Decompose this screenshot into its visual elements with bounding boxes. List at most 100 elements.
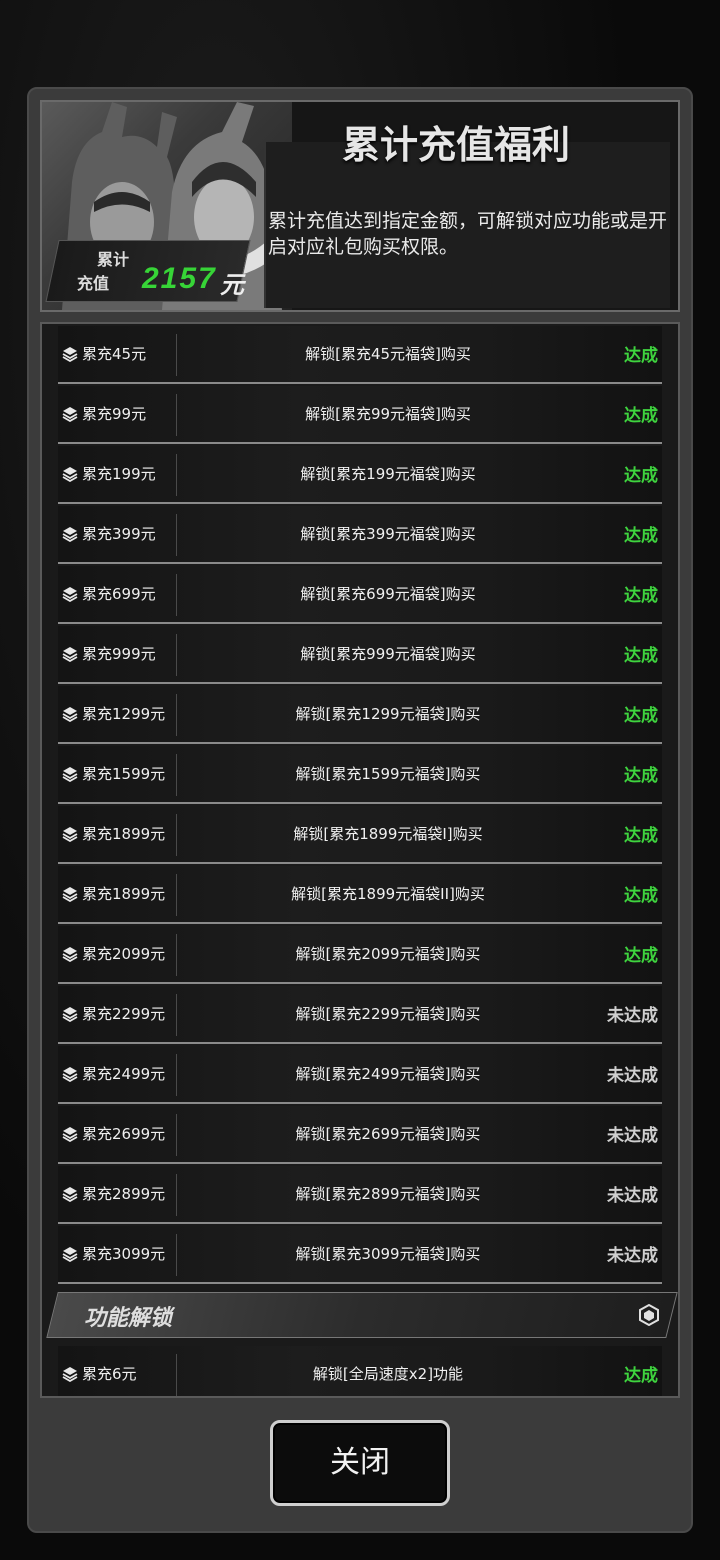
- section-title: 功能解锁: [84, 1306, 173, 1331]
- divider: [176, 1354, 177, 1396]
- recharge-condition: 累充1899元: [82, 885, 166, 903]
- list-item[interactable]: 累充2099元 解锁[累充2099元福袋]购买 达成: [58, 926, 662, 984]
- hexagon-icon: [638, 1303, 660, 1327]
- reward-description: 解锁[累充2299元福袋]购买: [295, 1005, 481, 1023]
- status-badge: 未达成: [607, 1246, 658, 1266]
- status-badge: 达成: [624, 1366, 658, 1386]
- recharge-condition: 累充45元: [82, 345, 147, 363]
- reward-description: 解锁[累充3099元福袋]购买: [295, 1245, 481, 1263]
- recharge-condition: 累充3099元: [82, 1245, 166, 1263]
- layers-icon: [62, 466, 78, 483]
- reward-description: 解锁[全局速度x2]功能: [312, 1365, 464, 1383]
- recharge-condition: 累充1899元: [82, 825, 166, 843]
- layers-icon: [62, 406, 78, 423]
- layers-icon: [62, 346, 78, 363]
- close-button[interactable]: 关闭: [270, 1420, 450, 1506]
- reward-description: 解锁[累充1299元福袋]购买: [295, 705, 481, 723]
- status-badge: 达成: [624, 526, 658, 546]
- divider: [176, 1054, 177, 1096]
- recharge-condition: 累充699元: [82, 585, 156, 603]
- reward-description: 解锁[累充1599元福袋]购买: [295, 765, 481, 783]
- status-badge: 达成: [624, 886, 658, 906]
- list-item[interactable]: 累充1899元 解锁[累充1899元福袋I]购买 达成: [58, 806, 662, 864]
- status-badge: 未达成: [607, 1126, 658, 1146]
- reward-description: 解锁[累充399元福袋]购买: [300, 525, 476, 543]
- layers-icon: [62, 766, 78, 783]
- divider: [176, 694, 177, 736]
- recharge-condition: 累充2899元: [82, 1185, 166, 1203]
- total-recharge-unit: 元: [220, 272, 244, 299]
- status-badge: 达成: [624, 586, 658, 606]
- page-description: 累计充值达到指定金额，可解锁对应功能或是开启对应礼包购买权限。: [268, 210, 668, 258]
- list-item[interactable]: 累充1299元 解锁[累充1299元福袋]购买 达成: [58, 686, 662, 744]
- layers-icon: [62, 586, 78, 603]
- recharge-condition: 累充399元: [82, 525, 156, 543]
- divider: [176, 874, 177, 916]
- status-badge: 达成: [624, 346, 658, 366]
- layers-icon: [62, 1006, 78, 1023]
- recharge-condition: 累充2299元: [82, 1005, 166, 1023]
- divider: [176, 334, 177, 376]
- list-item[interactable]: 累充1599元 解锁[累充1599元福袋]购买 达成: [58, 746, 662, 804]
- divider: [176, 1114, 177, 1156]
- status-badge: 达成: [624, 406, 658, 426]
- recharge-condition: 累充6元: [82, 1365, 137, 1383]
- divider: [176, 754, 177, 796]
- layers-icon: [62, 1186, 78, 1203]
- recharge-condition: 累充99元: [82, 405, 147, 423]
- status-badge: 未达成: [607, 1006, 658, 1026]
- list-item[interactable]: 累充999元 解锁[累充999元福袋]购买 达成: [58, 626, 662, 684]
- layers-icon: [62, 1246, 78, 1263]
- layers-icon: [62, 886, 78, 903]
- list-item[interactable]: 累充199元 解锁[累充199元福袋]购买 达成: [58, 446, 662, 504]
- divider: [176, 814, 177, 856]
- list-item[interactable]: 累充699元 解锁[累充699元福袋]购买 达成: [58, 566, 662, 624]
- reward-description: 解锁[累充1899元福袋II]购买: [291, 885, 485, 903]
- divider: [176, 1174, 177, 1216]
- total-label-line2: 充值: [77, 276, 110, 293]
- recharge-condition: 累充999元: [82, 645, 156, 663]
- header-panel: 累计 充值 2157 元 累计充值福利 累计充值达到指定金额，可解锁对应功能或是…: [40, 100, 680, 312]
- recharge-condition: 累充2699元: [82, 1125, 166, 1143]
- list-item[interactable]: 累充399元 解锁[累充399元福袋]购买 达成: [58, 506, 662, 564]
- reward-list[interactable]: 累充45元 解锁[累充45元福袋]购买 达成 累充99元 解锁[累充99元福袋]购买 达成…: [40, 322, 680, 1398]
- layers-icon: [62, 706, 78, 723]
- close-button-label: 关闭: [330, 1445, 390, 1480]
- reward-description: 解锁[累充999元福袋]购买: [300, 645, 476, 663]
- layers-icon: [62, 1366, 78, 1383]
- divider: [176, 634, 177, 676]
- reward-description: 解锁[累充1899元福袋I]购买: [293, 825, 483, 843]
- divider: [176, 514, 177, 556]
- recharge-condition: 累充2499元: [82, 1065, 166, 1083]
- reward-description: 解锁[累充699元福袋]购买: [300, 585, 476, 603]
- status-badge: 达成: [624, 766, 658, 786]
- reward-description: 解锁[累充2499元福袋]购买: [295, 1065, 481, 1083]
- total-label-line1: 累计: [97, 252, 130, 269]
- reward-description: 解锁[累充45元福袋]购买: [305, 345, 471, 363]
- list-item[interactable]: 累充1899元 解锁[累充1899元福袋II]购买 达成: [58, 866, 662, 924]
- list-item[interactable]: 累充2899元 解锁[累充2899元福袋]购买 未达成: [58, 1166, 662, 1224]
- recharge-condition: 累充199元: [82, 465, 156, 483]
- status-badge: 达成: [624, 826, 658, 846]
- list-item[interactable]: 累充6元 解锁[全局速度x2]功能 达成: [58, 1346, 662, 1396]
- list-item[interactable]: 累充45元 解锁[累充45元福袋]购买 达成: [58, 326, 662, 384]
- list-item[interactable]: 累充2699元 解锁[累充2699元福袋]购买 未达成: [58, 1106, 662, 1164]
- status-badge: 达成: [624, 466, 658, 486]
- list-item[interactable]: 累充2299元 解锁[累充2299元福袋]购买 未达成: [58, 986, 662, 1044]
- status-badge: 达成: [624, 946, 658, 966]
- status-badge: 未达成: [607, 1066, 658, 1086]
- list-item[interactable]: 累充99元 解锁[累充99元福袋]购买 达成: [58, 386, 662, 444]
- recharge-condition: 累充2099元: [82, 945, 166, 963]
- layers-icon: [62, 526, 78, 543]
- total-recharge-amount: 2157: [142, 262, 217, 295]
- recharge-condition: 累充1299元: [82, 705, 166, 723]
- list-item[interactable]: 累充3099元 解锁[累充3099元福袋]购买 未达成: [58, 1226, 662, 1284]
- list-item[interactable]: 累充2499元 解锁[累充2499元福袋]购买 未达成: [58, 1046, 662, 1104]
- reward-description: 解锁[累充99元福袋]购买: [305, 405, 471, 423]
- reward-description: 解锁[累充2099元福袋]购买: [295, 945, 481, 963]
- status-badge: 达成: [624, 706, 658, 726]
- reward-description: 解锁[累充2699元福袋]购买: [295, 1125, 481, 1143]
- divider: [176, 454, 177, 496]
- layers-icon: [62, 646, 78, 663]
- recharge-condition: 累充1599元: [82, 765, 166, 783]
